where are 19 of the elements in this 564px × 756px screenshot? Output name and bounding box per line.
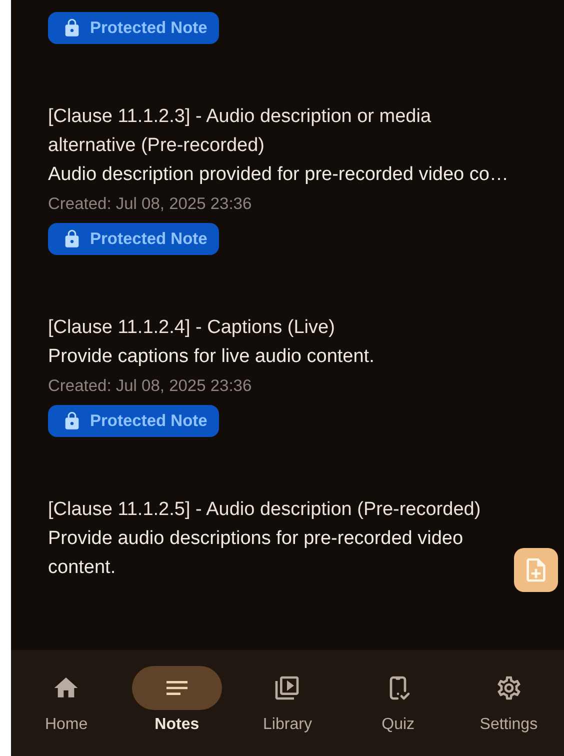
badge-label: Protected Note <box>90 18 208 38</box>
created-date: Created: Jul 08, 2025 23:36 <box>48 376 252 397</box>
nav-tab[interactable]: Quiz <box>342 666 454 756</box>
note-body: Provide audio descriptions for pre-recorded video content. <box>48 527 464 580</box>
badge-label: Protected Note <box>90 230 208 248</box>
note-title: [Clause 11.1.2.4] - Captions (Live) <box>48 316 335 340</box>
note-title: [Clause 11.1.2.3] - Audio description or media alternative (Pre-recorded) <box>48 105 432 158</box>
nav-tab[interactable]: Notes <box>122 666 232 756</box>
nav-tab[interactable]: Settings <box>453 666 564 756</box>
settings-icon <box>494 674 523 702</box>
library-icon <box>273 674 302 702</box>
note-title: [Clause 11.1.2.5] - Audio description (Pre-recorded) <box>48 498 481 522</box>
created-date: Created: Jul 08, 2025 23:36 <box>48 194 252 215</box>
nav-tab[interactable]: Library <box>232 666 343 756</box>
note-body: Provide captions for live audio content. <box>48 345 374 369</box>
note-body: Audio description provided for pre-recorded video co… <box>48 163 508 187</box>
add-note-button[interactable] <box>514 548 558 592</box>
badge-label: Protected Note <box>90 412 208 430</box>
nav-tab[interactable]: Home <box>11 666 122 756</box>
